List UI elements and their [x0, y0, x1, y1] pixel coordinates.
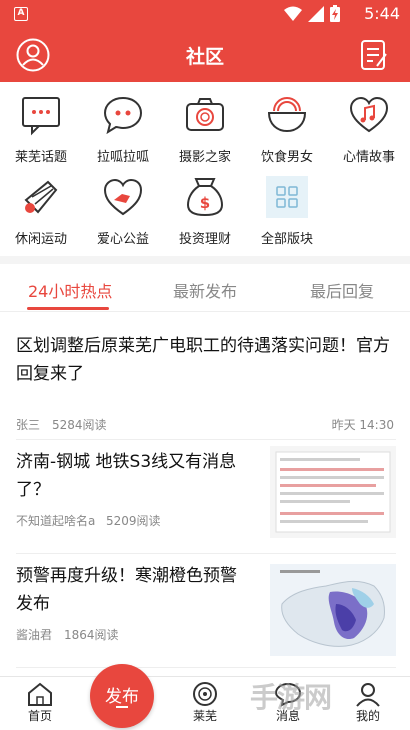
battery-charging-icon — [330, 5, 340, 22]
page-title: 社区 — [185, 46, 224, 68]
status-time: 5:44 — [364, 4, 400, 23]
category-label: 饮食男女 — [260, 150, 313, 165]
laiwu-icon — [193, 682, 217, 706]
category-label: 休闲运动 — [14, 232, 67, 247]
category-mood-stories[interactable]: 心情故事 — [328, 88, 410, 168]
app-header: 社区 — [0, 28, 410, 82]
compose-icon[interactable] — [360, 39, 388, 71]
nav-home[interactable]: 首页 — [10, 681, 70, 724]
tab-last-reply[interactable]: 最后回复 — [310, 278, 374, 302]
wifi-icon — [284, 6, 302, 21]
category-investment[interactable]: $ 投资理财 — [164, 170, 246, 250]
speech-bubble-icon — [103, 96, 143, 135]
category-leisure-sports[interactable]: 休闲运动 — [0, 170, 82, 250]
signal-icon — [308, 5, 324, 22]
post-title: 预警再度升级！寒潮橙色预警发布 — [16, 566, 237, 614]
post-reads: 5284阅读 — [52, 418, 107, 432]
category-charity[interactable]: 爱心公益 — [82, 170, 164, 250]
active-tab-indicator — [27, 307, 109, 310]
category-grid: 莱芜话题 拉呱拉呱 摄影之家 饮食男女 心情故事 休闲运动 爱心公益 $ 投资理… — [0, 88, 410, 248]
nav-mine-label: 我的 — [355, 709, 380, 723]
category-chitchat[interactable]: 拉呱拉呱 — [82, 88, 164, 168]
category-label: 心情故事 — [342, 150, 395, 165]
nav-mine[interactable]: 我的 — [338, 681, 398, 724]
chat-dots-icon — [22, 97, 60, 136]
status-icons — [284, 5, 340, 22]
money-bag-icon: $ — [186, 178, 224, 217]
post-author: 酱油君 — [16, 628, 53, 642]
list-item[interactable]: 济南-钢城 地铁S3线又有消息了？ 不知道起啥名a 5209阅读 — [16, 440, 396, 554]
category-label: 莱芜话题 — [14, 150, 67, 165]
publish-underline — [116, 706, 128, 708]
charity-heart-icon — [103, 178, 143, 216]
nav-messages-label: 消息 — [275, 709, 300, 723]
publish-label: 发布 — [105, 687, 139, 707]
badminton-icon — [24, 180, 58, 214]
list-item[interactable]: 区划调整后原莱芜广电职工的待遇落实问题！官方回复来了 张三 5284阅读 昨天 … — [16, 332, 396, 440]
post-author: 不知道起啥名a — [16, 514, 96, 528]
app-notification-icon: A — [14, 7, 28, 21]
nav-laiwu[interactable]: 莱芜 — [175, 681, 235, 724]
camera-icon — [186, 98, 224, 131]
tab-latest[interactable]: 最新发布 — [173, 278, 237, 302]
section-divider — [0, 256, 410, 264]
post-title: 济南-钢城 地铁S3线又有消息了？ — [16, 452, 237, 500]
tab-24h-hot[interactable]: 24小时热点 — [28, 278, 112, 302]
post-thumbnail[interactable] — [270, 446, 396, 538]
status-bar: A 5:44 — [0, 0, 410, 28]
grid-icon — [266, 176, 308, 218]
category-label: 摄影之家 — [178, 150, 231, 165]
category-label: 全部版块 — [260, 232, 313, 247]
category-photography[interactable]: 摄影之家 — [164, 88, 246, 168]
feed-tabs: 24小时热点 最新发布 最后回复 — [0, 264, 410, 312]
post-title: 区划调整后原莱芜广电职工的待遇落实问题！官方回复来了 — [16, 336, 390, 384]
nav-laiwu-label: 莱芜 — [192, 709, 217, 723]
nav-messages[interactable]: 消息 — [258, 681, 318, 724]
svg-text:$: $ — [200, 194, 210, 212]
post-reads: 5209阅读 — [106, 514, 161, 528]
list-item[interactable]: 预警再度升级！寒潮橙色预警发布 酱油君 1864阅读 — [16, 554, 396, 668]
home-icon — [28, 682, 52, 706]
category-all-boards[interactable]: 全部版块 — [246, 170, 328, 250]
publish-button[interactable]: 发布 — [90, 664, 154, 728]
post-thumbnail[interactable] — [270, 564, 396, 656]
user-icon — [356, 683, 380, 707]
category-label: 爱心公益 — [96, 232, 149, 247]
category-label: 拉呱拉呱 — [96, 150, 149, 165]
category-label: 投资理财 — [178, 232, 231, 247]
nav-home-label: 首页 — [27, 709, 52, 723]
message-icon — [274, 682, 302, 707]
bottom-nav: 首页 莱芜 消息 我的 — [0, 676, 410, 730]
heart-music-icon — [349, 96, 389, 133]
post-reads: 1864阅读 — [64, 628, 119, 642]
category-food[interactable]: 饮食男女 — [246, 88, 328, 168]
post-time: 昨天 14:30 — [331, 418, 394, 432]
post-author: 张三 — [16, 418, 41, 432]
category-laiwu-topics[interactable]: 莱芜话题 — [0, 88, 82, 168]
food-bowl-icon — [267, 97, 307, 133]
